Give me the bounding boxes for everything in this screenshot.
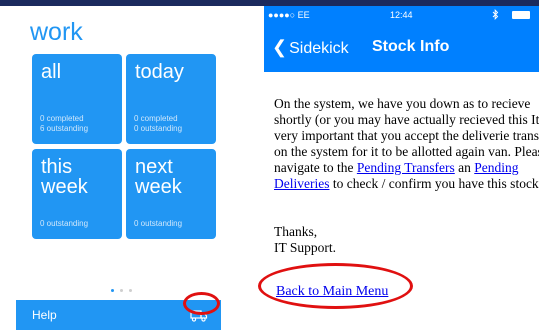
- tile-completed: 0 completed: [134, 114, 178, 123]
- tile-outstanding: 6 outstanding: [40, 124, 89, 133]
- tile-label-line2: week: [41, 176, 88, 198]
- chevron-left-icon: ❮: [272, 37, 288, 57]
- thanks-text: Thanks,: [274, 224, 318, 239]
- tile-label: all: [41, 61, 62, 83]
- page-indicator[interactable]: [108, 289, 135, 292]
- back-button[interactable]: ❮ Sidekick: [272, 37, 349, 58]
- bluetooth-icon: [492, 8, 499, 22]
- tile-outstanding: 0 outstanding: [40, 219, 89, 228]
- page-title: work: [30, 18, 83, 46]
- signature-text: IT Support.: [274, 240, 337, 255]
- tile-label: this week: [41, 157, 88, 197]
- pending-transfers-link[interactable]: Pending Transfers: [357, 160, 455, 175]
- tile-this-week[interactable]: this week 0 outstanding: [32, 149, 122, 239]
- tile-label-line1: next: [135, 156, 173, 178]
- status-time: 12:44: [390, 10, 413, 20]
- tile-label: next week: [135, 157, 182, 197]
- message-text: an: [454, 160, 475, 175]
- tile-outstanding: 0 outstanding: [134, 219, 183, 228]
- highlight-circle-back-link: [258, 263, 413, 309]
- nav-bar: ❮ Sidekick Stock Info: [264, 24, 539, 72]
- carrier-signal: ●●●●○ EE: [268, 10, 310, 20]
- tile-today[interactable]: today 0 completed 0 outstanding: [126, 54, 216, 144]
- signoff: Thanks, IT Support.: [274, 224, 336, 256]
- tile-label-line2: week: [135, 176, 182, 198]
- page-dot: [129, 289, 132, 292]
- page-dot: [120, 289, 123, 292]
- status-bar: ●●●●○ EE 12:44: [264, 6, 539, 24]
- page-dot: [111, 289, 114, 292]
- battery-icon: [512, 11, 530, 19]
- tile-outstanding: 0 outstanding: [134, 124, 183, 133]
- tile-all[interactable]: all 0 completed 6 outstanding: [32, 54, 122, 144]
- tile-completed: 0 completed: [40, 114, 84, 123]
- tile-label-line1: this: [41, 156, 73, 178]
- work-screen: work all 0 completed 6 outstanding today…: [16, 6, 221, 330]
- tile-label: today: [135, 61, 184, 83]
- nav-title: Stock Info: [372, 38, 450, 55]
- back-button-label: Sidekick: [289, 40, 349, 57]
- tile-next-week[interactable]: next week 0 outstanding: [126, 149, 216, 239]
- message-body: On the system, we have you down as to re…: [274, 96, 539, 192]
- highlight-circle-truck: [183, 292, 220, 315]
- help-button[interactable]: Help: [32, 308, 57, 322]
- message-text: to check / confirm you have this stock.: [329, 176, 539, 191]
